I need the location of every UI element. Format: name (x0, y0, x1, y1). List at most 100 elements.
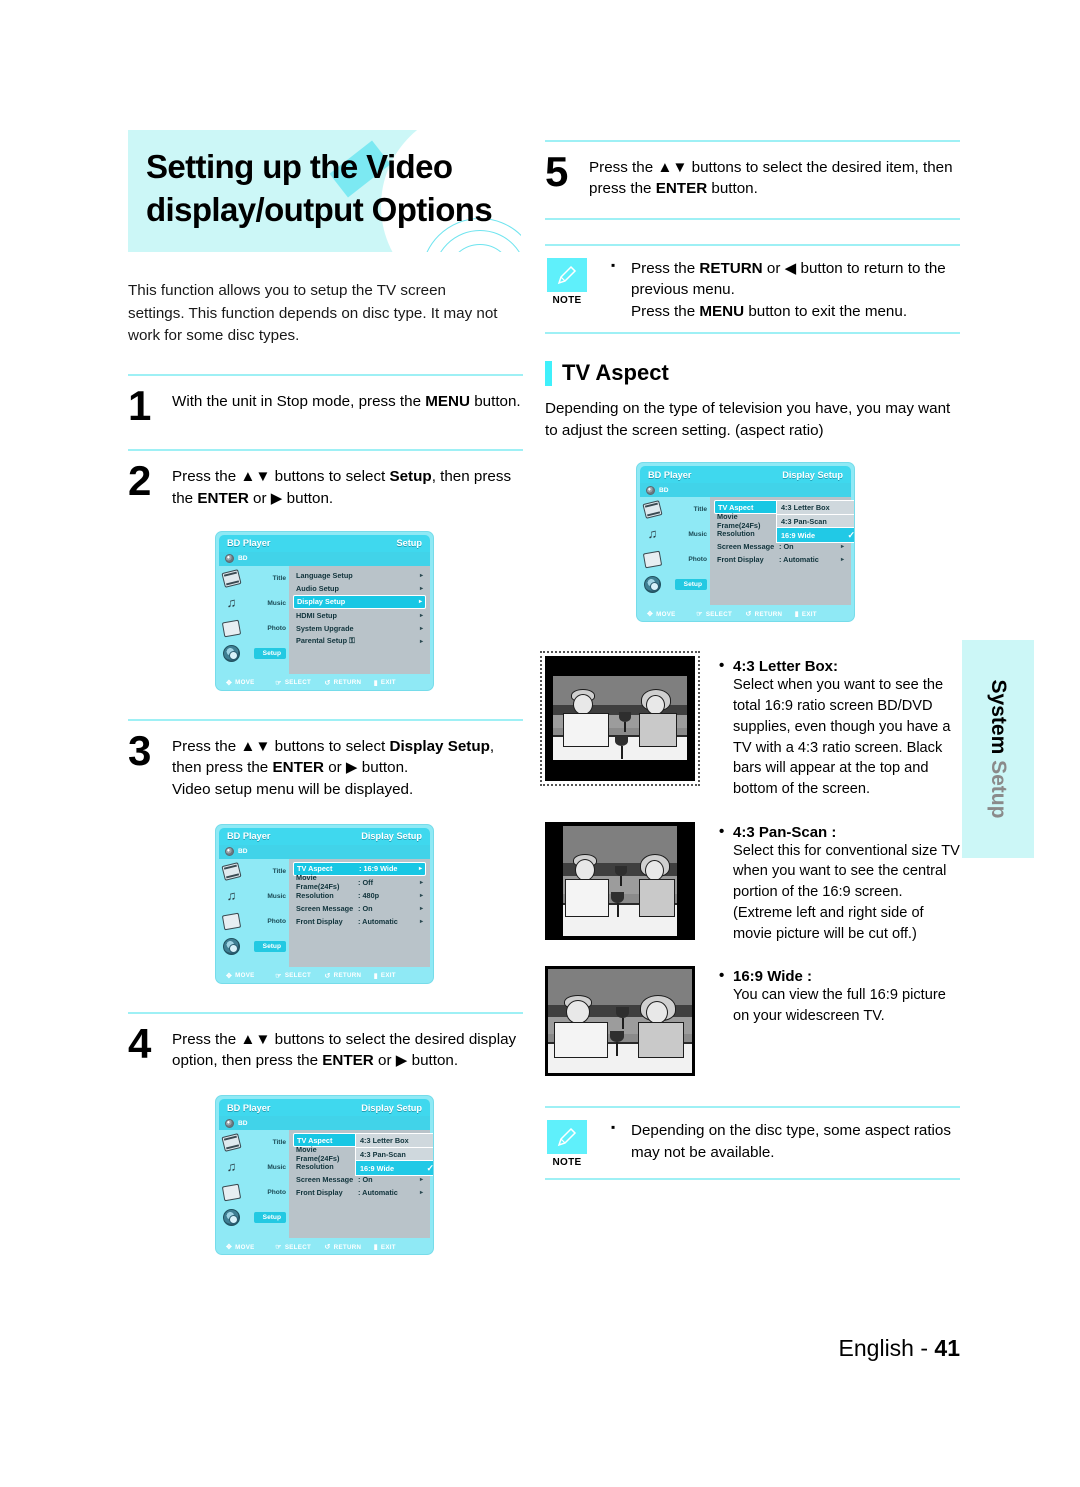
osd-sidebar-item-music[interactable]: ♫ Music (219, 884, 289, 909)
osd-sidebar-item-setup[interactable]: Setup (219, 1205, 289, 1230)
left-column: Setting up the Video display/output Opti… (128, 130, 523, 1256)
osd-menu-row[interactable]: Parental Setup ⚿ ▸ (293, 635, 426, 648)
osd-sidebar-item-music[interactable]: ♫ Music (219, 1155, 289, 1180)
gear-icon (223, 937, 240, 955)
osd-footer-glyph-icon: ✥ (226, 1244, 233, 1252)
osd-footer-hint: ↺ RETURN (325, 679, 374, 687)
osd-sidebar-item-setup[interactable]: Setup (219, 934, 289, 959)
osd-menu-row[interactable]: Front Display: Automatic ▸ (293, 915, 426, 928)
osd-brand: BD Player (227, 538, 271, 549)
aspect-title: 4:3 Letter Box: (719, 657, 960, 675)
osd-sidebar-item-photo[interactable]: Photo (219, 1180, 289, 1205)
osd-sidebar-item-title[interactable]: Title (640, 497, 710, 522)
osd-row-label: Screen Message (717, 542, 775, 552)
note-line-2: Press the MENU button to exit the menu. (631, 302, 908, 320)
osd-menu-row[interactable]: Display Setup ▸ (293, 594, 426, 609)
osd-sidebar-item-music[interactable]: ♫ Music (219, 591, 289, 616)
step-4: 4 Press the ▲▼ buttons to select the des… (128, 1014, 523, 1076)
section-title: TV Aspect (562, 360, 669, 386)
osd-sidebar-item-photo[interactable]: Photo (640, 547, 710, 572)
osd-footer-hint: ↺ RETURN (746, 610, 795, 619)
step-1: 1 With the unit in Stop mode, press the … (128, 376, 523, 430)
osd-footer-hints: ✥ MOVE ☞ SELECT ↺ RETURN ▮ EXIT (219, 674, 430, 690)
osd-menu-row[interactable]: Screen Message: On ▸ (293, 902, 426, 915)
osd-menu-row[interactable]: Movie Frame(24Fs): Off ▸ (293, 873, 426, 891)
osd-menu-row[interactable]: Front Display: Automatic ▸ (714, 553, 847, 566)
osd-row-label: TV Aspect (718, 502, 754, 512)
osd-sidebar: Title ♫ Music Photo Setup (640, 497, 710, 605)
osd-footer-hints: ✥ MOVE ☞ SELECT ↺ RETURN ▮ EXIT (219, 967, 430, 983)
osd-footer-hint: ☞ SELECT (696, 610, 745, 619)
aspect-title: 4:3 Pan-Scan : (719, 823, 960, 841)
osd-dropdown-option-label: 4:3 Letter Box (360, 1136, 409, 1146)
chevron-right-icon: ▸ (419, 879, 423, 886)
osd-dropdown[interactable]: 4:3 Letter Box 4:3 Pan-Scan 16:9 Wide ✓ (776, 500, 854, 543)
osd-sidebar-item-title[interactable]: Title (219, 566, 289, 591)
osd-menu-row[interactable]: Language Setup ▸ (293, 569, 426, 582)
osd-menu-row[interactable]: Resolution: 480p ▸ (293, 889, 426, 902)
osd-row-label: Parental Setup ⚿ (296, 636, 355, 646)
osd-sidebar-label: Photo (688, 556, 707, 564)
osd-row-label: Resolution (717, 529, 755, 539)
osd-footer-label: RETURN (333, 972, 362, 980)
osd-row-label: Display Setup (297, 597, 346, 607)
osd-sidebar-item-photo[interactable]: Photo (219, 909, 289, 934)
osd-footer-glyph-icon: ✥ (226, 679, 233, 687)
osd-sidebar-item-setup[interactable]: Setup (219, 641, 289, 666)
osd-footer-label: MOVE (235, 679, 255, 687)
osd-sidebar-item-music[interactable]: ♫ Music (640, 522, 710, 547)
chevron-right-icon: ▸ (418, 866, 422, 873)
film-icon (642, 500, 663, 520)
aspect-title: 16:9 Wide : (719, 967, 960, 985)
note-text-bottom: Depending on the disc type, some aspect … (589, 1119, 960, 1163)
osd-footer-hint: ↺ RETURN (325, 1243, 374, 1252)
osd-footer-glyph-icon: ✥ (647, 611, 654, 619)
osd-sidebar-item-title[interactable]: Title (219, 859, 289, 884)
aspect-desc: Select this for conventional size TV whe… (733, 842, 960, 942)
osd-footer-glyph-icon: ↺ (324, 972, 331, 980)
osd-screen-title: Display Setup (782, 469, 843, 480)
note-label: NOTE (552, 1157, 582, 1169)
manual-page: Setting up the Video display/output Opti… (0, 0, 1080, 1487)
osd-menu-row[interactable]: Front Display: Automatic ▸ (293, 1186, 426, 1199)
osd-menu-row[interactable]: System Upgrade ▸ (293, 622, 426, 635)
aspect-item-panscan: 4:3 Pan-Scan : Select this for conventio… (545, 821, 960, 945)
photo-icon (221, 912, 242, 931)
osd-sidebar: Title ♫ Music Photo Setup (219, 566, 289, 674)
osd-footer-hint: ✥ MOVE (226, 1243, 275, 1252)
side-tab-word2: Setup (987, 760, 1010, 819)
osd-row-label: TV Aspect (297, 1135, 333, 1145)
osd-sidebar-item-title[interactable]: Title (219, 1130, 289, 1155)
osd-footer-hints: ✥ MOVE ☞ SELECT ↺ RETURN ▮ EXIT (219, 1238, 430, 1254)
photo-icon (221, 1183, 242, 1202)
osd-sidebar-item-setup[interactable]: Setup (640, 572, 710, 597)
side-tab-word1: System (987, 679, 1010, 755)
step-3-text: Press the ▲▼ buttons to select Display S… (172, 737, 495, 798)
osd-dropdown-option[interactable]: 16:9 Wide ✓ (777, 528, 854, 542)
osd-footer-hint: ▮ EXIT (795, 610, 844, 619)
chevron-right-icon: ▸ (840, 557, 844, 564)
aspect-desc: Select when you want to see the total 16… (733, 677, 951, 797)
osd-footer-glyph-icon: ☞ (275, 679, 282, 687)
gear-icon (644, 576, 661, 594)
osd-menu-row[interactable]: Audio Setup ▸ (293, 582, 426, 595)
osd-footer-glyph-icon: ✥ (226, 972, 233, 980)
osd-row-label: Front Display (296, 916, 343, 926)
osd-dropdown-option-label: 16:9 Wide (360, 1163, 394, 1173)
aspect-text-wide: 16:9 Wide : You can view the full 16:9 p… (705, 966, 960, 1076)
osd-dropdown-option[interactable]: 4:3 Letter Box (356, 1134, 433, 1148)
gear-icon (223, 644, 240, 662)
osd-row-label: TV Aspect (297, 864, 333, 874)
osd-dropdown[interactable]: 4:3 Letter Box 4:3 Pan-Scan 16:9 Wide ✓ (355, 1133, 433, 1176)
osd-dropdown-option[interactable]: 4:3 Letter Box (777, 501, 854, 515)
osd-dropdown-option[interactable]: 16:9 Wide ✓ (356, 1161, 433, 1175)
osd-sidebar-label: Title (272, 867, 286, 875)
osd-footer-hint: ✥ MOVE (226, 972, 275, 980)
osd-menu-row[interactable]: HDMI Setup ▸ (293, 609, 426, 622)
osd-dropdown-option[interactable]: 4:3 Pan-Scan (356, 1148, 433, 1162)
osd-dropdown-option[interactable]: 4:3 Pan-Scan (777, 515, 854, 529)
aspect-text-letterbox: 4:3 Letter Box: Select when you want to … (705, 656, 960, 799)
chevron-right-icon: ▸ (840, 544, 844, 551)
page-title-line2: display/output Options (146, 190, 493, 228)
osd-sidebar-item-photo[interactable]: Photo (219, 616, 289, 641)
